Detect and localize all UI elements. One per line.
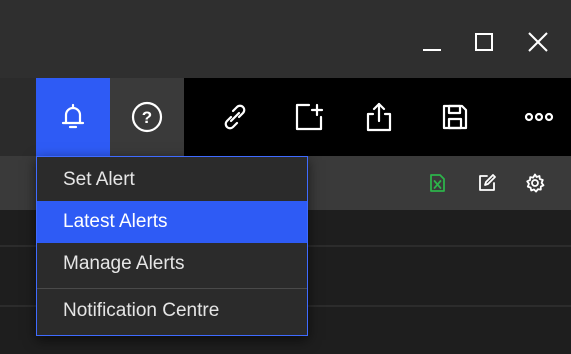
close-button[interactable] [512, 22, 564, 62]
edit-button[interactable] [476, 172, 498, 194]
alerts-dropdown-menu: Set Alert Latest Alerts Manage Alerts No… [36, 156, 308, 336]
more-button[interactable] [508, 78, 570, 156]
menu-item-notification-centre[interactable]: Notification Centre [37, 290, 307, 332]
menu-divider [37, 288, 307, 289]
export-excel-button[interactable] [426, 172, 448, 194]
save-icon [442, 104, 468, 130]
settings-button[interactable] [524, 172, 546, 194]
maximize-icon [475, 33, 493, 51]
share-icon [366, 102, 392, 132]
link-button[interactable] [204, 78, 266, 156]
menu-item-set-alert[interactable]: Set Alert [37, 159, 307, 201]
toolbar: ? [0, 78, 571, 156]
alerts-button[interactable] [36, 78, 110, 156]
menu-item-manage-alerts[interactable]: Manage Alerts [37, 243, 307, 285]
settings-icon [526, 173, 545, 193]
toolbar-left-panel [0, 78, 36, 156]
add-window-button[interactable] [278, 78, 340, 156]
close-icon [528, 32, 548, 52]
help-icon: ? [131, 101, 163, 133]
excel-icon [430, 174, 445, 192]
bell-icon [61, 103, 85, 129]
maximize-button[interactable] [458, 22, 510, 62]
title-bar [0, 0, 571, 78]
more-icon [524, 112, 554, 122]
help-button[interactable]: ? [110, 78, 184, 156]
minimize-icon [423, 49, 441, 51]
link-icon [224, 104, 246, 130]
help-glyph: ? [142, 108, 152, 127]
minimize-button[interactable] [406, 22, 458, 62]
save-button[interactable] [424, 78, 486, 156]
edit-icon [479, 174, 496, 191]
add-window-icon [295, 103, 324, 131]
share-button[interactable] [348, 78, 410, 156]
menu-item-latest-alerts[interactable]: Latest Alerts [37, 201, 307, 243]
